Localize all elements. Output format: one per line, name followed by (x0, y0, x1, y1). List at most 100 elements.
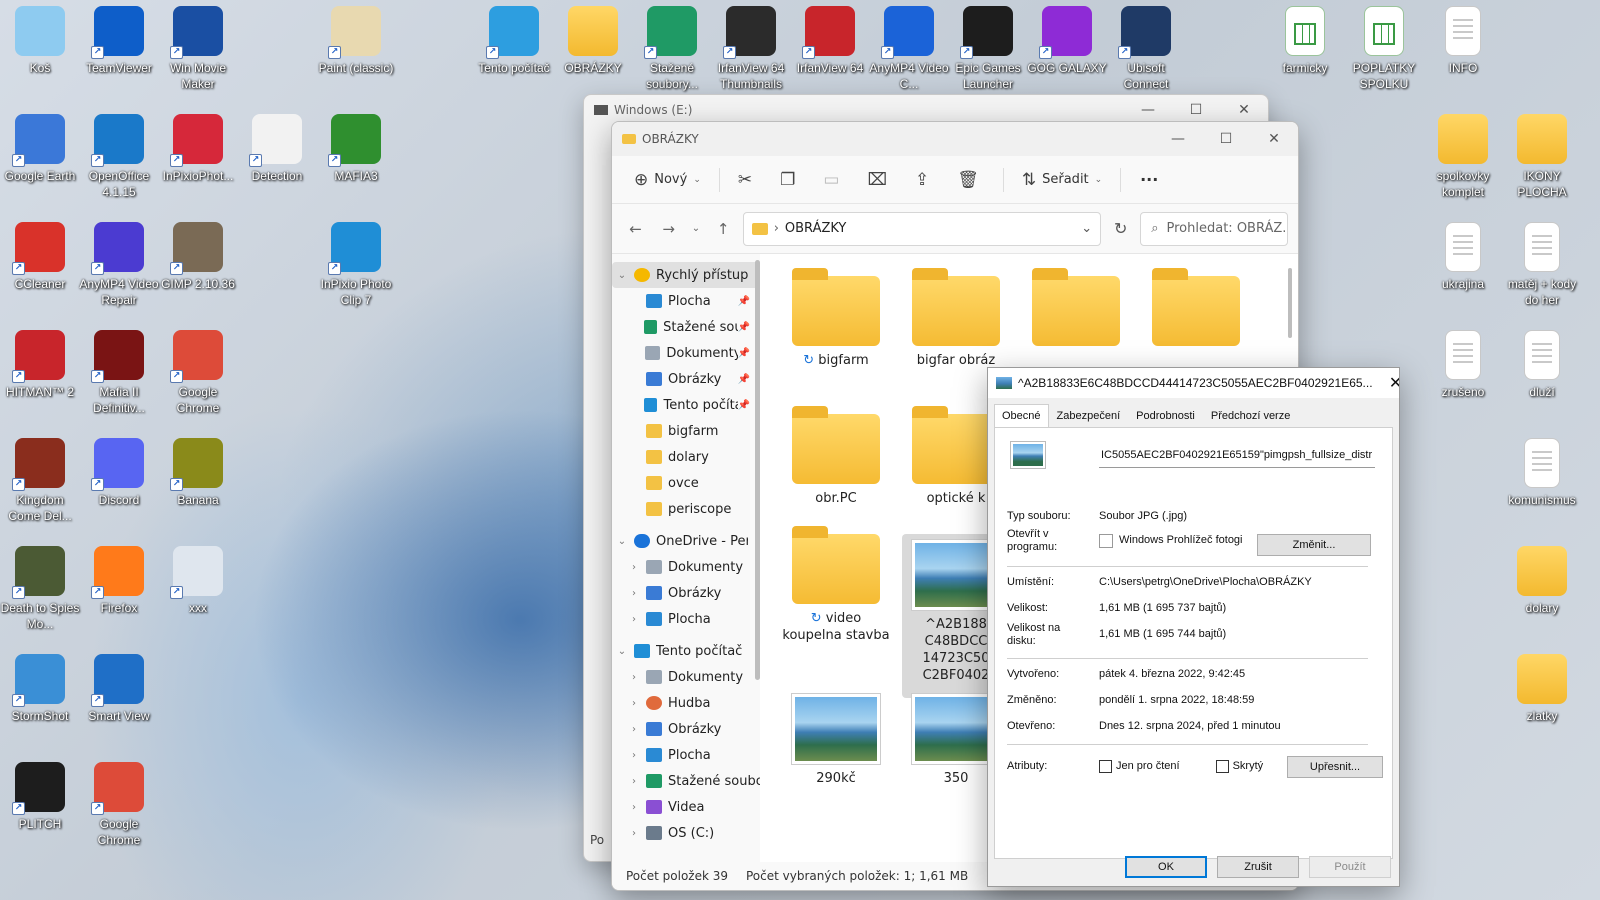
nav-item[interactable]: › Obrázky (612, 716, 760, 742)
filename-field[interactable]: IC5055AEC2BF0402921E65159"pimgpsh_fullsi… (1099, 444, 1375, 468)
desktop-icon[interactable]: ↗ Google Chrome (79, 762, 159, 862)
desktop-icon[interactable]: ↗ Epic Games Launcher (948, 6, 1028, 106)
desktop-icon[interactable]: ↗ PLITCH (0, 762, 80, 862)
tab-security[interactable]: Zabezpečení (1049, 404, 1129, 427)
maximize-button[interactable]: ☐ (1172, 102, 1220, 118)
nav-item[interactable]: Tento počítač📌 (612, 392, 760, 418)
desktop-icon[interactable]: zrušeno (1423, 330, 1503, 430)
desktop-icon[interactable]: ↗ Firefox (79, 546, 159, 646)
more-button[interactable]: ··· (1131, 164, 1167, 196)
expand-chevron-icon[interactable]: › (626, 802, 642, 813)
nav-item[interactable]: › Stažené soubory (612, 768, 760, 794)
desktop-icon[interactable]: ↗ InPixio Photo Clip 7 (316, 222, 396, 322)
close-button[interactable]: ✕ (1250, 131, 1298, 147)
desktop-icon[interactable]: Koš (0, 6, 80, 106)
close-button[interactable]: ✕ (1220, 102, 1268, 118)
desktop-icon[interactable]: zlatky (1502, 654, 1582, 754)
dialog-title-bar[interactable]: ^A2B18833E6C48BDCCD44414723C5055AEC2BF04… (988, 368, 1399, 398)
tab-general[interactable]: Obecné (994, 404, 1049, 427)
expand-chevron-icon[interactable]: › (626, 562, 642, 573)
advanced-button[interactable]: Upřesnit... (1287, 756, 1383, 778)
expand-chevron-icon[interactable]: › (626, 724, 642, 735)
nav-item[interactable]: dolary (612, 444, 760, 470)
desktop-icon[interactable]: ↗ AnyMP4 Video Repair (79, 222, 159, 322)
nav-item[interactable]: periscope (612, 496, 760, 522)
image-file-item[interactable]: 290kč (782, 694, 890, 787)
nav-item[interactable]: › Videa (612, 794, 760, 820)
copy-button[interactable]: ❐ (772, 164, 809, 196)
desktop-icon[interactable]: ↗ Kingdom Come Del... (0, 438, 80, 538)
desktop-icon[interactable]: ↗ Google Earth (0, 114, 80, 214)
desktop-icon[interactable]: ↗ CCleaner (0, 222, 80, 322)
desktop-icon[interactable]: matěj + kody do her (1502, 222, 1582, 322)
desktop-icon[interactable]: ↗ Google Chrome (158, 330, 238, 430)
desktop-icon[interactable]: ↗ Stažené soubory... (632, 6, 712, 106)
desktop-icon[interactable]: ↗ MAFIA3 (316, 114, 396, 214)
desktop-icon[interactable]: OBRÁZKY (553, 6, 633, 106)
expand-chevron-icon[interactable]: › (626, 672, 642, 683)
minimize-button[interactable]: — (1124, 102, 1172, 118)
desktop-icon[interactable]: ↗ Ubisoft Connect (1106, 6, 1186, 106)
nav-item[interactable]: ⌄ OneDrive - Person (612, 528, 760, 554)
expand-chevron-icon[interactable]: › (626, 698, 642, 709)
back-arrow-icon[interactable]: ← (622, 220, 649, 238)
nav-item[interactable]: › OS (C:) (612, 820, 760, 846)
title-bar[interactable]: OBRÁZKY — ☐ ✕ (612, 122, 1298, 156)
refresh-icon[interactable]: ↻ (1107, 219, 1134, 238)
content-scrollbar[interactable] (1288, 268, 1292, 338)
desktop-icon[interactable]: ↗ Death to Spies Mo... (0, 546, 80, 646)
nav-item[interactable]: ovce (612, 470, 760, 496)
nav-item[interactable]: Dokumenty 📌 (612, 340, 760, 366)
breadcrumb-current[interactable]: OBRÁZKY (785, 221, 846, 236)
desktop-icon[interactable]: ↗ xxx (158, 546, 238, 646)
desktop-icon[interactable]: ↗ GIMP 2.10.36 (158, 222, 238, 322)
desktop-icon[interactable]: POPLATKY SPOLKU (1344, 6, 1424, 106)
folder-item[interactable]: ↻ video koupelna stavba (782, 526, 890, 644)
close-icon[interactable]: ✕ (1379, 373, 1399, 393)
nav-item[interactable]: › Hudba (612, 690, 760, 716)
up-arrow-icon[interactable]: ↑ (710, 220, 737, 238)
chevron-down-icon[interactable]: ⌄ (1081, 221, 1092, 236)
nav-item[interactable]: › Dokumenty (612, 554, 760, 580)
desktop-icon[interactable]: ↗ IrfanView 64 Thumbnails (711, 6, 791, 106)
search-box[interactable]: ⌕ Prohledat: OBRÁZ... (1140, 211, 1288, 246)
desktop-icon[interactable]: ↗ Win Movie Maker (158, 6, 238, 106)
nav-item[interactable]: ⌄ Tento počítač (612, 638, 760, 664)
folder-item[interactable]: obr.PC (782, 406, 890, 507)
desktop-icon[interactable]: ↗ InPixioPhot... (158, 114, 238, 214)
cut-button[interactable]: ✂ (730, 164, 766, 196)
checkbox-box[interactable] (1215, 760, 1229, 773)
rename-button[interactable]: ⌧ (859, 164, 901, 196)
folder-item[interactable] (1022, 268, 1130, 352)
cancel-button[interactable]: Zrušit (1217, 856, 1299, 878)
nav-item[interactable]: › Dokumenty (612, 664, 760, 690)
nav-item[interactable]: › Obrázky (612, 580, 760, 606)
folder-item[interactable]: ↻ bigfarm (782, 268, 890, 369)
nav-item[interactable]: Plocha 📌 (612, 288, 760, 314)
address-bar[interactable]: › OBRÁZKY ⌄ (742, 211, 1102, 246)
desktop-icon[interactable]: IKONY PLOCHA (1502, 114, 1582, 214)
desktop-icon[interactable]: ukrajina (1423, 222, 1503, 322)
desktop-icon[interactable]: ↗ TeamViewer (79, 6, 159, 106)
expand-chevron-icon[interactable]: ⌄ (614, 536, 630, 547)
new-button[interactable]: ⊕ Nový ⌄ (626, 164, 709, 196)
hidden-checkbox[interactable]: Skrytý (1215, 760, 1263, 773)
maximize-button[interactable]: ☐ (1202, 131, 1250, 147)
expand-chevron-icon[interactable]: › (626, 614, 642, 625)
expand-chevron-icon[interactable]: › (626, 750, 642, 761)
desktop-icon[interactable]: ↗ GOG GALAXY (1027, 6, 1107, 106)
minimize-button[interactable]: — (1154, 131, 1202, 147)
desktop-icon[interactable]: farmicky (1265, 6, 1345, 106)
readonly-checkbox[interactable]: Jen pro čtení (1099, 760, 1180, 773)
tab-details[interactable]: Podrobnosti (1128, 404, 1203, 427)
expand-chevron-icon[interactable]: › (626, 828, 642, 839)
nav-item[interactable]: Stažené soub📌 (612, 314, 760, 340)
apply-button[interactable]: Použít (1309, 856, 1391, 878)
expand-chevron-icon[interactable]: ⌄ (614, 646, 630, 657)
checkbox-box[interactable] (1099, 760, 1112, 773)
change-button[interactable]: Změnit... (1257, 534, 1371, 556)
nav-item[interactable]: › Plocha (612, 606, 760, 632)
folder-item[interactable] (1142, 268, 1250, 352)
desktop-icon[interactable]: ↗ StormShot (0, 654, 80, 754)
desktop-icon[interactable]: spolkovky komplet (1423, 114, 1503, 214)
